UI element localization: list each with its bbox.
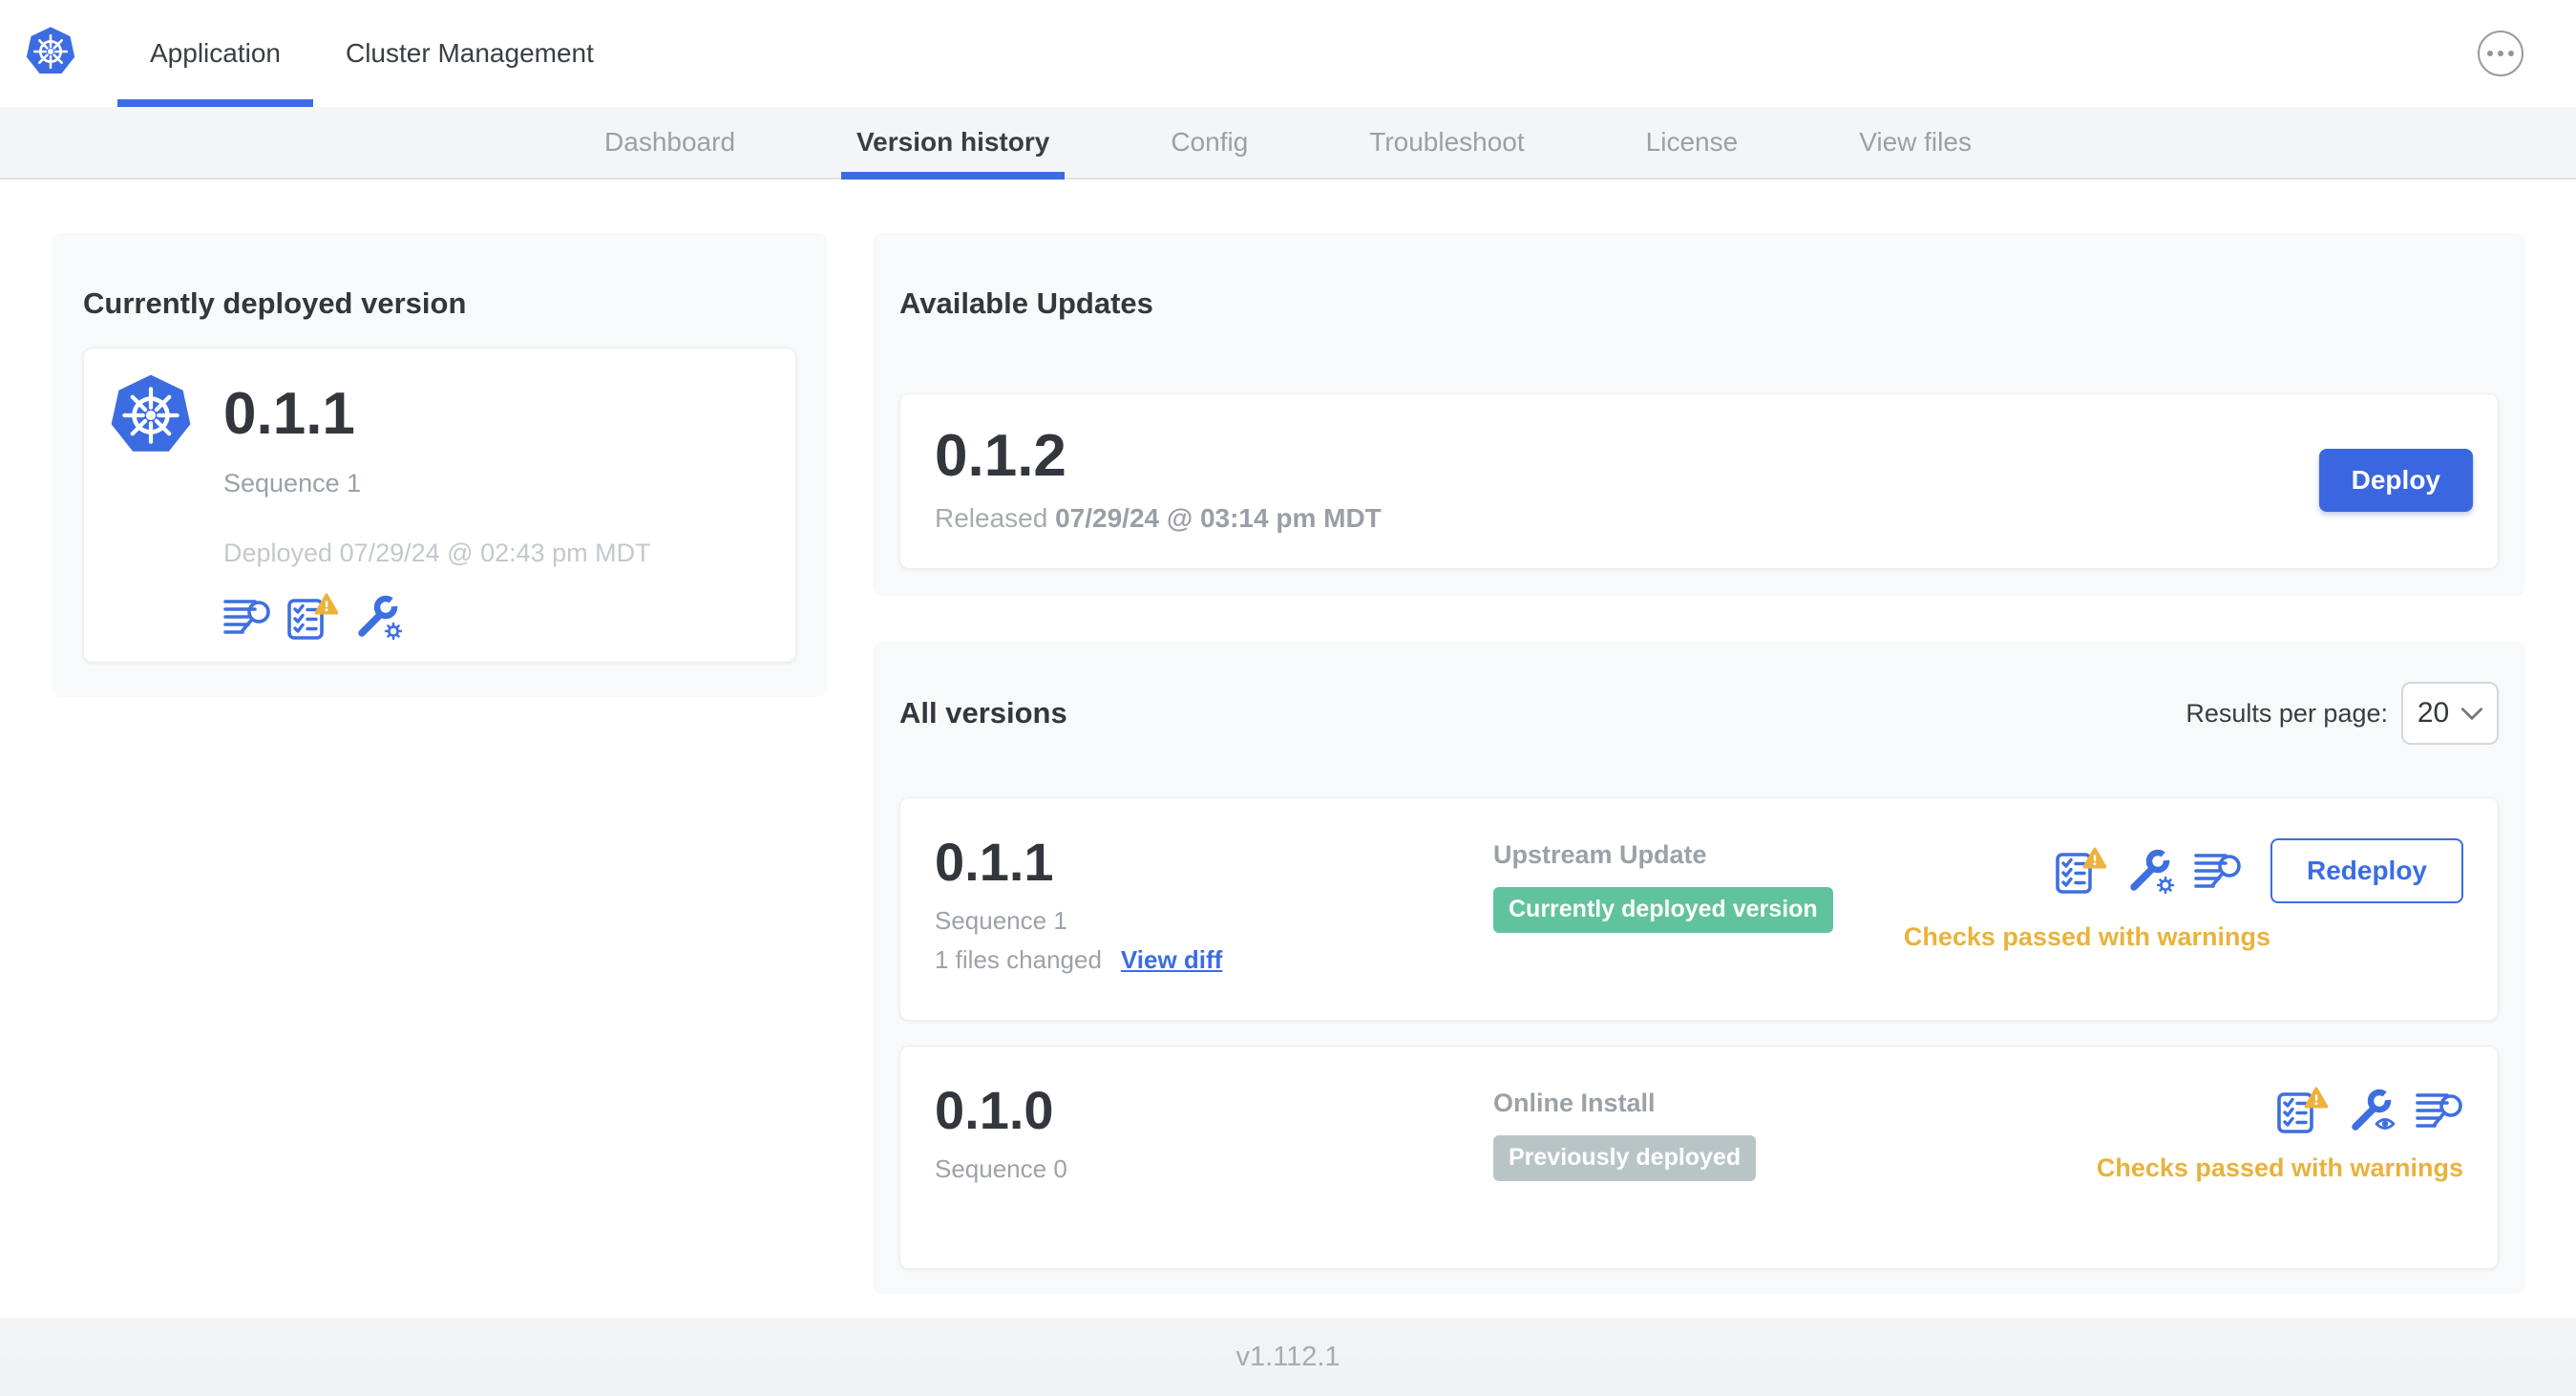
currently-deployed-title: Currently deployed version bbox=[83, 286, 467, 320]
update-info: 0.1.2 Released 07/29/24 @ 03:14 pm MDT bbox=[935, 422, 1382, 534]
tab-application-label: Application bbox=[150, 38, 281, 68]
row-sequence: Sequence 1 bbox=[935, 905, 1067, 935]
ellipsis-menu-icon[interactable] bbox=[2478, 31, 2523, 76]
currently-deployed-version-card: 0.1.1 Sequence 1 Deployed 07/29/24 @ 02:… bbox=[83, 347, 796, 663]
version-row-source: Online Install Previously deployed bbox=[1493, 1083, 2097, 1182]
results-per-page-label: Results per page: bbox=[2185, 698, 2388, 728]
version-row-actions: Checks passed with warnings bbox=[2097, 1083, 2463, 1183]
subnav-tab-view-files[interactable]: View files bbox=[1844, 107, 1987, 178]
files-changed-label: 1 files changed bbox=[935, 944, 1102, 974]
subnav-tab-config[interactable]: Config bbox=[1155, 107, 1263, 178]
view-diff-link[interactable]: View diff bbox=[1121, 945, 1222, 975]
tab-application[interactable]: Application bbox=[117, 0, 313, 107]
tab-cluster-management[interactable]: Cluster Management bbox=[313, 0, 626, 107]
redeploy-button[interactable]: Redeploy bbox=[2270, 838, 2463, 904]
subnav-tab-label: Version history bbox=[856, 127, 1050, 157]
main-content: Currently deployed version 0.1.1 Sequenc… bbox=[0, 180, 2576, 1295]
row-files-changed: 1 files changed View diff bbox=[935, 945, 1493, 975]
status-badge: Currently deployed version bbox=[1493, 887, 1833, 934]
preflight-status-text: Checks passed with warnings bbox=[1903, 922, 2270, 952]
currently-deployed-card: Currently deployed version 0.1.1 Sequenc… bbox=[53, 233, 827, 697]
edit-config-icon[interactable] bbox=[353, 593, 403, 641]
all-versions-card: All versions Results per page: 20 0.1.1 … bbox=[873, 641, 2525, 1295]
right-column: Available Updates 0.1.2 Released 07/29/2… bbox=[873, 233, 2525, 1295]
available-updates-title: Available Updates bbox=[899, 286, 1153, 320]
admin-console-page: Application Cluster Management Dashboard… bbox=[0, 0, 2576, 1396]
preflight-checks-warning-icon[interactable] bbox=[2276, 1087, 2328, 1134]
results-per-page-value: 20 bbox=[2417, 697, 2450, 730]
version-row-info: 0.1.1 Sequence 1 1 files changed View di… bbox=[935, 832, 1493, 975]
subnav-tab-version-history[interactable]: Version history bbox=[841, 107, 1066, 180]
top-navbar: Application Cluster Management bbox=[0, 0, 2576, 107]
subnav-tab-label: Dashboard bbox=[604, 127, 736, 157]
status-badge: Previously deployed bbox=[1493, 1135, 1757, 1182]
released-date: 07/29/24 @ 03:14 pm MDT bbox=[1055, 502, 1382, 533]
current-deployed-timestamp: Deployed 07/29/24 @ 02:43 pm MDT bbox=[223, 538, 651, 567]
subnav-tab-label: Troubleshoot bbox=[1369, 127, 1525, 157]
available-updates-card: Available Updates 0.1.2 Released 07/29/2… bbox=[873, 233, 2525, 596]
subnav-tab-license[interactable]: License bbox=[1631, 107, 1754, 178]
row-version-number: 0.1.0 bbox=[935, 1080, 1054, 1141]
current-version-actions bbox=[223, 593, 651, 641]
version-row-actions: Redeploy Checks passed with warnings bbox=[1904, 835, 2463, 952]
kubernetes-logo bbox=[25, 25, 76, 75]
view-config-icon[interactable] bbox=[2347, 1087, 2397, 1134]
row-version-number: 0.1.1 bbox=[935, 832, 1054, 893]
current-version-number: 0.1.1 bbox=[223, 380, 355, 447]
tab-cluster-management-label: Cluster Management bbox=[345, 38, 594, 68]
preflight-checks-warning-icon[interactable] bbox=[286, 592, 338, 641]
top-nav-tabs: Application Cluster Management bbox=[117, 0, 626, 107]
console-version: v1.112.1 bbox=[1235, 1341, 1341, 1372]
edit-config-icon[interactable] bbox=[2125, 847, 2175, 895]
version-row: 0.1.1 Sequence 1 1 files changed View di… bbox=[899, 797, 2499, 1022]
available-update-row: 0.1.2 Released 07/29/24 @ 03:14 pm MDT D… bbox=[899, 392, 2499, 569]
app-subnav: Dashboard Version history Config Trouble… bbox=[0, 107, 2576, 180]
preflight-status-text: Checks passed with warnings bbox=[2096, 1153, 2463, 1183]
row-action-icons: Redeploy bbox=[2055, 838, 2463, 904]
results-per-page: Results per page: 20 bbox=[2185, 682, 2499, 746]
update-released-timestamp: Released 07/29/24 @ 03:14 pm MDT bbox=[935, 503, 1382, 534]
preflight-checks-warning-icon[interactable] bbox=[2055, 847, 2106, 895]
subnav-tab-troubleshoot[interactable]: Troubleshoot bbox=[1354, 107, 1539, 178]
row-sequence: Sequence 0 bbox=[935, 1153, 1067, 1183]
all-versions-header: All versions Results per page: 20 bbox=[899, 672, 2499, 755]
view-logs-icon[interactable] bbox=[2194, 851, 2242, 891]
left-column: Currently deployed version 0.1.1 Sequenc… bbox=[53, 233, 827, 697]
current-sequence: Sequence 1 bbox=[223, 468, 362, 497]
kubernetes-app-icon bbox=[107, 371, 195, 459]
subnav-tab-dashboard[interactable]: Dashboard bbox=[589, 107, 750, 178]
version-row-info: 0.1.0 Sequence 0 bbox=[935, 1080, 1493, 1184]
current-version-info: 0.1.1 Sequence 1 Deployed 07/29/24 @ 02:… bbox=[223, 370, 651, 641]
view-logs-icon[interactable] bbox=[223, 597, 271, 637]
all-versions-title: All versions bbox=[899, 696, 1067, 730]
subnav-tab-label: View files bbox=[1859, 127, 1972, 157]
row-action-icons bbox=[2276, 1087, 2463, 1134]
view-logs-icon[interactable] bbox=[2416, 1090, 2463, 1131]
version-row: 0.1.0 Sequence 0 Online Install Previous… bbox=[899, 1046, 2499, 1270]
update-version-number: 0.1.2 bbox=[935, 422, 1066, 489]
released-prefix: Released bbox=[935, 502, 1048, 533]
version-row-source: Upstream Update Currently deployed versi… bbox=[1493, 835, 1904, 934]
console-footer: v1.112.1 bbox=[0, 1318, 2576, 1396]
row-source-label: Upstream Update bbox=[1493, 840, 1707, 870]
subnav-tab-label: License bbox=[1645, 127, 1739, 157]
deploy-button[interactable]: Deploy bbox=[2318, 448, 2473, 512]
subnav-tab-label: Config bbox=[1171, 127, 1249, 157]
results-per-page-select[interactable]: 20 bbox=[2401, 682, 2499, 746]
dropdown-chevron-icon bbox=[2461, 708, 2483, 720]
row-source-label: Online Install bbox=[1493, 1089, 1656, 1118]
